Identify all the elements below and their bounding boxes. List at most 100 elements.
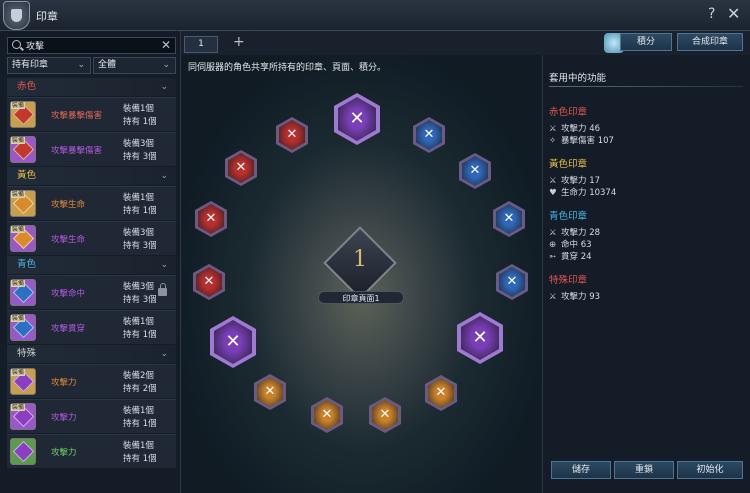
seal-gem-icon: 裝備: [10, 190, 36, 217]
owned-count: 持有 2個: [123, 384, 157, 394]
equipped-count: 裝備3個: [123, 228, 154, 238]
stat-text: 攻擊力 93: [561, 292, 601, 302]
points-button[interactable]: 積分: [620, 33, 672, 51]
seal-list-item[interactable]: 攻擊力 裝備1個 持有 1個: [7, 434, 176, 468]
applied-effects-title: 套用中的功能: [549, 73, 607, 84]
stat-icon: ⊕: [549, 240, 557, 250]
owned-count: 持有 1個: [123, 330, 157, 340]
stat-icon: ⚔: [549, 176, 557, 186]
board-description: 同伺服器的角色共享所持有的印章、頁面、積分。: [188, 63, 387, 73]
stat-icon: ⚔: [549, 124, 557, 134]
equipped-tag: 裝備: [11, 369, 26, 376]
effect-group-title: 赤色印章: [549, 107, 588, 118]
chevron-down-icon: ⌄: [77, 60, 85, 70]
effect-stat: ⚔ 攻擊力 17: [549, 174, 600, 186]
window-title: 印章: [36, 10, 58, 23]
equipped-tag: 裝備: [11, 137, 26, 144]
help-button[interactable]: ?: [708, 6, 715, 22]
seal-list-item[interactable]: 裝備 攻擊暴擊傷害 裝備1個 持有 1個: [7, 97, 176, 131]
category-header[interactable]: 赤色 ⌄: [7, 78, 176, 96]
seal-name: 攻擊命中: [51, 289, 86, 299]
search-input[interactable]: [26, 39, 156, 52]
seal-name: 攻擊力: [51, 413, 77, 423]
effect-group-title: 特殊印章: [549, 275, 588, 286]
equipped-tag: 裝備: [11, 315, 26, 322]
ownership-filter-dropdown[interactable]: 持有印章 ⌄: [7, 57, 91, 74]
seal-name: 攻擊暴擊傷害: [51, 146, 103, 156]
page-number: 1: [353, 247, 367, 272]
chevron-down-icon: ⌄: [160, 82, 168, 92]
effect-group-title: 黃色印章: [549, 159, 588, 170]
seal-gem-icon: [10, 438, 36, 465]
seal-list: 赤色 ⌄ 裝備 攻擊暴擊傷害 裝備1個 持有 1個 裝備 攻擊暴擊傷害 裝備3個 持有 3個 黃色 ⌄…: [7, 78, 176, 469]
craft-seal-button[interactable]: 合成印章: [677, 33, 743, 51]
reset-button[interactable]: 重鎖: [614, 461, 674, 479]
seal-gem-icon: 裝備: [10, 314, 36, 341]
lock-icon[interactable]: [158, 283, 167, 296]
equipped-count: 裝備3個: [123, 139, 154, 149]
effect-stat: ⊕ 命中 63: [549, 238, 592, 250]
search-box: ✕: [7, 37, 176, 54]
equipped-count: 裝備2個: [123, 371, 154, 381]
shield-emblem-icon: [3, 1, 30, 30]
equipped-count: 裝備1個: [123, 406, 154, 416]
stat-icon: ⚔: [549, 228, 557, 238]
category-header[interactable]: 黃色 ⌄: [7, 167, 176, 185]
owned-count: 持有 1個: [123, 206, 157, 216]
ownership-filter-value: 持有印章: [12, 60, 49, 70]
seal-list-item[interactable]: 裝備 攻擊生命 裝備1個 持有 1個: [7, 186, 176, 220]
category-label: 黃色: [17, 170, 37, 181]
category-header[interactable]: 青色 ⌄: [7, 256, 176, 274]
stat-text: 貫穿 24: [561, 252, 592, 262]
category-label: 青色: [17, 259, 37, 270]
seal-list-item[interactable]: 裝備 攻擊暴擊傷害 裝備3個 持有 3個: [7, 132, 176, 166]
add-page-button[interactable]: +: [233, 34, 245, 50]
effect-stat: ♥ 生命力 10374: [549, 186, 616, 198]
seal-gem-icon: 裝備: [10, 368, 36, 395]
effect-stat: ⚔ 攻擊力 28: [549, 226, 600, 238]
seal-list-item[interactable]: 裝備攻擊貫穿 裝備1個持有 1個: [7, 310, 176, 344]
effect-stat: ➵ 貫穿 24: [549, 250, 592, 262]
seal-gem-icon: 裝備: [10, 101, 36, 128]
effect-stat: ⚔ 攻擊力 46: [549, 122, 600, 134]
page-name-label[interactable]: 印章頁面1: [318, 291, 404, 304]
tab-page-1[interactable]: 1: [184, 36, 218, 53]
seal-list-item[interactable]: 裝備攻擊力 裝備1個持有 1個: [7, 399, 176, 433]
stat-text: 攻擊力 28: [561, 228, 601, 238]
seal-list-panel: ✕ 持有印章 ⌄ 全體 ⌄ 赤色⌄裝備攻擊暴擊傷害裝備1個持有 1個裝備攻擊暴擊…: [0, 31, 181, 493]
equipped-tag: 裝備: [11, 404, 26, 411]
seal-name: 攻擊貫穿: [51, 324, 86, 334]
scope-filter-dropdown[interactable]: 全體 ⌄: [93, 57, 176, 74]
seal-gem-icon: 裝備: [10, 279, 36, 306]
chevron-down-icon: ⌄: [160, 171, 168, 181]
chevron-down-icon: ⌄: [160, 260, 168, 270]
seal-gem-icon: 裝備: [10, 136, 36, 163]
search-icon: [12, 40, 21, 49]
category-label: 特殊: [17, 348, 37, 359]
seal-name: 攻擊生命: [51, 235, 86, 245]
equipped-tag: 裝備: [11, 191, 26, 198]
effect-group-title: 青色印章: [549, 211, 588, 222]
clear-search-icon[interactable]: ✕: [161, 38, 171, 52]
seal-list-item[interactable]: 裝備 攻擊命中 裝備3個 持有 3個: [7, 275, 176, 309]
category-header[interactable]: 特殊 ⌄: [7, 345, 176, 363]
close-button[interactable]: ✕: [727, 4, 740, 23]
stat-icon: ✧: [549, 136, 557, 146]
equipped-count: 裝備1個: [123, 104, 154, 114]
owned-count: 持有 1個: [123, 117, 157, 127]
chevron-down-icon: ⌄: [160, 349, 168, 359]
seal-gem-icon: 裝備: [10, 403, 36, 430]
owned-count: 持有 3個: [123, 295, 157, 305]
category-label: 赤色: [17, 81, 37, 92]
equipped-count: 裝備1個: [123, 317, 154, 327]
initialize-button[interactable]: 初始化: [677, 461, 743, 479]
owned-count: 持有 1個: [123, 419, 157, 429]
seal-list-item[interactable]: 裝備 攻擊力 裝備2個 持有 2個: [7, 364, 176, 398]
stat-icon: ♥: [549, 188, 557, 198]
stat-text: 命中 63: [561, 240, 592, 250]
seal-list-item[interactable]: 裝備 攻擊生命 裝備3個 持有 3個: [7, 221, 176, 255]
stat-text: 生命力 10374: [561, 188, 617, 198]
equipped-tag: 裝備: [11, 280, 26, 287]
save-button[interactable]: 儲存: [551, 461, 611, 479]
owned-count: 持有 3個: [123, 241, 157, 251]
